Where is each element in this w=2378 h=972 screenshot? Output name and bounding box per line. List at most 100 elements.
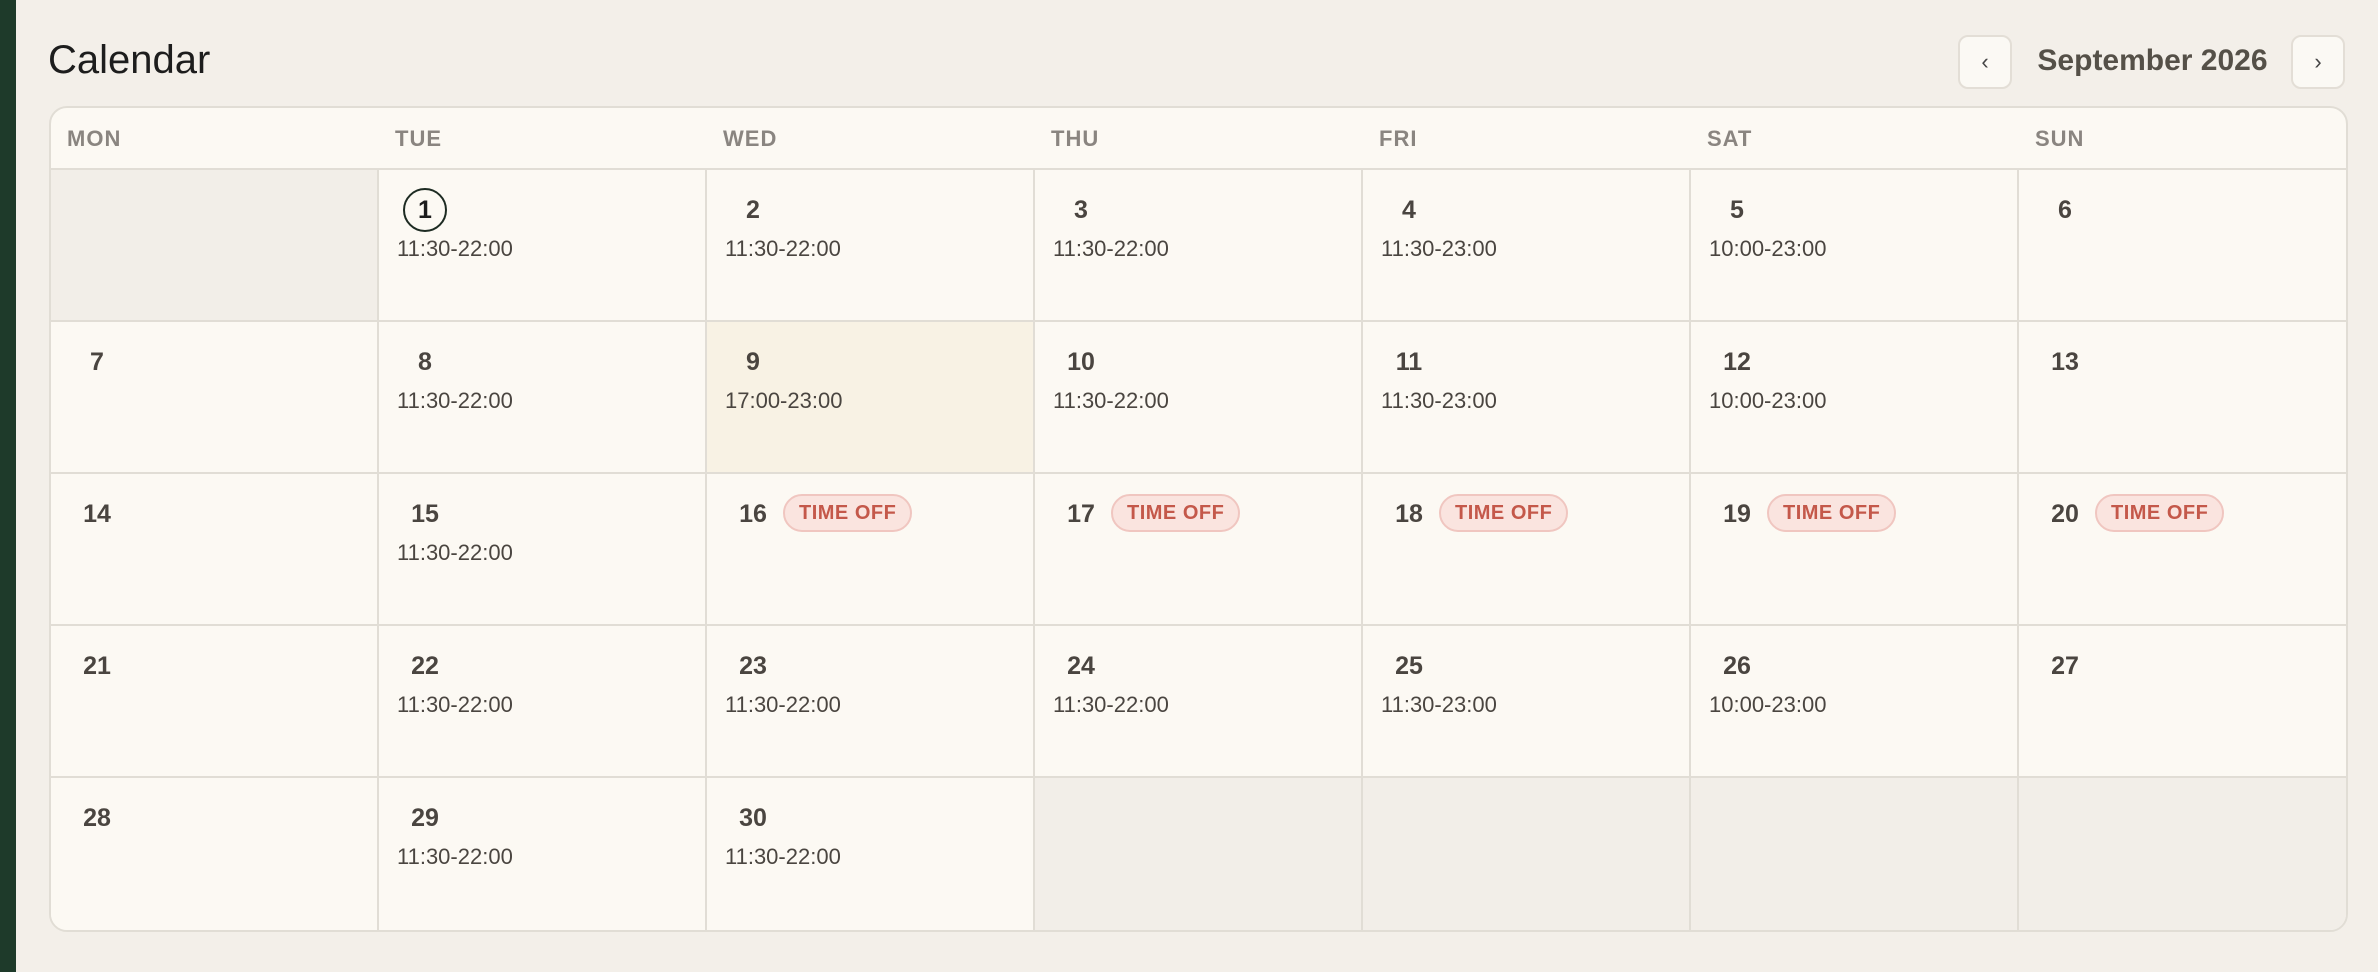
day-number: 11 (1395, 347, 1423, 376)
weekday-wed: WED (723, 126, 778, 151)
weekday-sun: SUN (2035, 126, 2085, 151)
calendar-day-cell[interactable]: 6 (2019, 170, 2346, 322)
weekday-thu: THU (1051, 126, 1100, 151)
calendar-day-cell[interactable]: 18 TIME OFF (1363, 474, 1691, 626)
calendar-day-cell[interactable]: 16 TIME OFF (707, 474, 1035, 626)
shift-hours: 11:30-22:00 (725, 236, 841, 261)
calendar-day-cell[interactable]: 15 11:30-22:00 (379, 474, 707, 626)
calendar-cell-empty (1035, 778, 1363, 930)
day-number: 21 (83, 651, 111, 680)
calendar-day-cell[interactable]: 29 11:30-22:00 (379, 778, 707, 930)
day-number: 24 (1067, 651, 1095, 680)
shift-hours: 11:30-22:00 (397, 692, 513, 717)
weekday-tue: TUE (395, 126, 442, 151)
calendar-day-cell[interactable]: 8 11:30-22:00 (379, 322, 707, 474)
shift-hours: 11:30-22:00 (1053, 388, 1169, 413)
next-month-button[interactable]: › (2291, 35, 2345, 89)
calendar-day-cell[interactable]: 30 11:30-22:00 (707, 778, 1035, 930)
calendar-day-cell[interactable]: 20 TIME OFF (2019, 474, 2346, 626)
calendar-day-cell[interactable]: 1 11:30-22:00 (379, 170, 707, 322)
day-number: 12 (1723, 347, 1751, 376)
day-number: 23 (739, 651, 767, 680)
calendar-day-cell[interactable]: 12 10:00-23:00 (1691, 322, 2019, 474)
month-label: September 2026 (2037, 44, 2268, 77)
day-number: 8 (418, 347, 432, 376)
calendar-day-cell[interactable]: 21 (51, 626, 379, 778)
day-number: 16 (739, 499, 767, 528)
prev-month-button[interactable]: ‹ (1958, 35, 2012, 89)
shift-hours: 11:30-22:00 (1053, 236, 1169, 261)
chevron-right-icon: › (2314, 49, 2322, 74)
calendar-cell-empty (2019, 778, 2346, 930)
shift-hours: 10:00-23:00 (1709, 236, 1827, 261)
shift-hours: 11:30-22:00 (397, 844, 513, 869)
day-number: 6 (2058, 195, 2072, 224)
calendar-day-cell[interactable]: 24 11:30-22:00 (1035, 626, 1363, 778)
shift-hours: 11:30-23:00 (1381, 692, 1497, 717)
calendar-cell-empty (1363, 778, 1691, 930)
page-title: Calendar (48, 38, 211, 82)
shift-hours: 11:30-22:00 (397, 540, 513, 565)
day-number: 28 (83, 803, 111, 832)
calendar-day-cell[interactable]: 3 11:30-22:00 (1035, 170, 1363, 322)
calendar-day-cell[interactable]: 7 (51, 322, 379, 474)
day-number: 10 (1067, 347, 1095, 376)
day-number: 18 (1395, 499, 1423, 528)
shift-hours: 11:30-22:00 (397, 236, 513, 261)
calendar-day-cell[interactable]: 9 17:00-23:00 (707, 322, 1035, 474)
weekday-fri: FRI (1379, 126, 1418, 151)
calendar-day-cell[interactable]: 10 11:30-22:00 (1035, 322, 1363, 474)
month-grid: MON TUE WED THU FRI SAT SUN 1 11:30-22:00 2 11:30… (49, 106, 2348, 932)
time-off-badge: TIME OFF (1439, 494, 1569, 532)
day-number: 29 (411, 803, 439, 832)
calendar-cell-empty (1691, 778, 2019, 930)
time-off-badge: TIME OFF (1111, 494, 1241, 532)
calendar-header: Calendar ‹ September 2026 › (48, 28, 2348, 92)
day-number: 19 (1723, 499, 1751, 528)
calendar-cell-empty (51, 170, 379, 322)
shift-hours: 10:00-23:00 (1709, 388, 1827, 413)
day-number: 25 (1395, 651, 1423, 680)
day-number: 3 (1074, 195, 1088, 224)
time-off-badge: TIME OFF (2095, 494, 2225, 532)
calendar-day-cell[interactable]: 14 (51, 474, 379, 626)
chevron-left-icon: ‹ (1981, 49, 1989, 74)
day-number: 15 (411, 499, 439, 528)
weekday-header-row: MON TUE WED THU FRI SAT SUN (51, 108, 2346, 170)
shift-hours: 11:30-23:00 (1381, 236, 1497, 261)
day-number: 13 (2051, 347, 2079, 376)
day-number: 9 (746, 347, 760, 376)
calendar-day-cell[interactable]: 25 11:30-23:00 (1363, 626, 1691, 778)
calendar-day-cell[interactable]: 26 10:00-23:00 (1691, 626, 2019, 778)
time-off-badge: TIME OFF (1767, 494, 1897, 532)
calendar-day-cell[interactable]: 19 TIME OFF (1691, 474, 2019, 626)
calendar-day-cell[interactable]: 11 11:30-23:00 (1363, 322, 1691, 474)
calendar-day-cell[interactable]: 4 11:30-23:00 (1363, 170, 1691, 322)
day-number: 26 (1723, 651, 1751, 680)
calendar-day-cell[interactable]: 27 (2019, 626, 2346, 778)
shift-hours: 11:30-23:00 (1381, 388, 1497, 413)
left-sidebar-edge (0, 0, 16, 972)
shift-hours: 11:30-22:00 (725, 844, 841, 869)
day-number: 30 (739, 803, 767, 832)
day-number: 14 (83, 499, 111, 528)
weekday-sat: SAT (1707, 126, 1753, 151)
shift-hours: 10:00-23:00 (1709, 692, 1827, 717)
day-number: 2 (746, 195, 760, 224)
day-number: 20 (2051, 499, 2079, 528)
shift-hours: 17:00-23:00 (725, 388, 843, 413)
calendar-day-cell[interactable]: 2 11:30-22:00 (707, 170, 1035, 322)
calendar-day-cell[interactable]: 17 TIME OFF (1035, 474, 1363, 626)
day-number: 4 (1402, 195, 1416, 224)
calendar-day-cell[interactable]: 22 11:30-22:00 (379, 626, 707, 778)
day-number: 22 (411, 651, 439, 680)
calendar-day-cell[interactable]: 5 10:00-23:00 (1691, 170, 2019, 322)
calendar-day-cell[interactable]: 28 (51, 778, 379, 930)
shift-hours: 11:30-22:00 (397, 388, 513, 413)
calendar-day-cell[interactable]: 13 (2019, 322, 2346, 474)
today-day-number: 1 (403, 188, 447, 232)
weekday-mon: MON (67, 126, 122, 151)
calendar-day-cell[interactable]: 23 11:30-22:00 (707, 626, 1035, 778)
time-off-badge: TIME OFF (783, 494, 913, 532)
day-number: 27 (2051, 651, 2079, 680)
